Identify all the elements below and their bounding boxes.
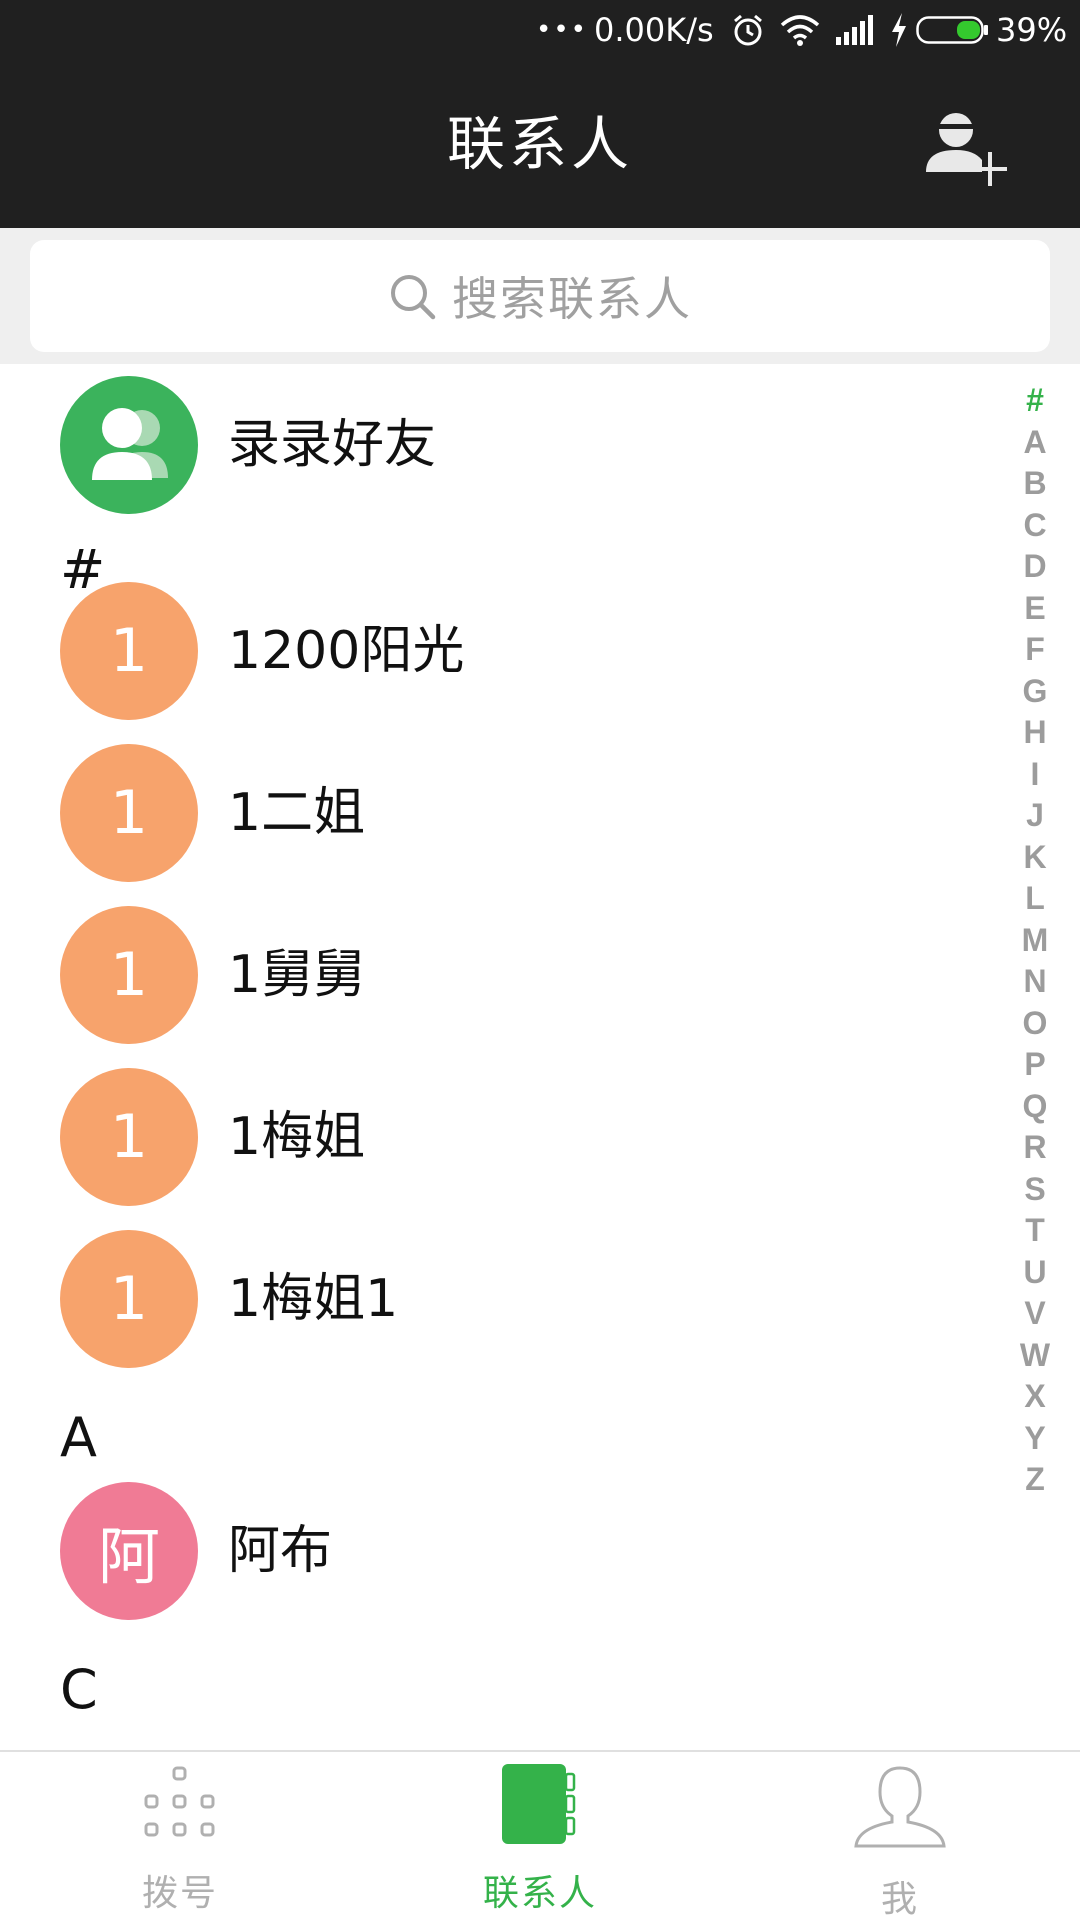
- contact-avatar: 1: [60, 906, 198, 1044]
- avatar-initial: 阿: [97, 1520, 160, 1593]
- contact-name: 1二姐: [228, 783, 366, 843]
- app-header: 联系人: [0, 60, 1080, 228]
- contact-avatar: 1: [60, 744, 198, 882]
- index-letter[interactable]: N: [1010, 963, 1060, 1000]
- contact-row[interactable]: 1 1梅姐: [0, 1056, 1000, 1218]
- index-letter[interactable]: E: [1010, 590, 1060, 627]
- index-letter[interactable]: C: [1010, 507, 1060, 544]
- index-letter[interactable]: #: [1010, 382, 1060, 419]
- friends-icon: [92, 408, 168, 480]
- contact-name: 1梅姐: [228, 1107, 366, 1167]
- index-letter[interactable]: M: [1010, 922, 1060, 959]
- contact-row[interactable]: 1 1梅姐1: [0, 1218, 1000, 1380]
- contact-row[interactable]: 1 1二姐: [0, 732, 1000, 894]
- contact-row[interactable]: 1 1200阳光: [0, 570, 1000, 732]
- index-letter[interactable]: S: [1010, 1171, 1060, 1208]
- index-letter[interactable]: X: [1010, 1378, 1060, 1415]
- status-dots: •••: [536, 15, 589, 45]
- section-header-c: C: [60, 1658, 98, 1721]
- add-contact-button[interactable]: [918, 104, 1008, 194]
- contact-name: 1200阳光: [228, 621, 465, 681]
- section-header-a: A: [60, 1406, 97, 1469]
- index-letter[interactable]: W: [1010, 1337, 1060, 1374]
- index-letter[interactable]: L: [1010, 880, 1060, 917]
- index-letter[interactable]: O: [1010, 1005, 1060, 1042]
- index-letter[interactable]: Q: [1010, 1088, 1060, 1125]
- battery-percent: 39%: [996, 0, 1067, 60]
- avatar-initial: 1: [109, 1102, 149, 1172]
- friends-entry-label: 录录好友: [228, 415, 437, 475]
- contact-name: 1舅舅: [228, 945, 366, 1005]
- wifi-icon: [780, 0, 820, 60]
- friends-avatar: [60, 376, 198, 514]
- index-letter[interactable]: R: [1010, 1129, 1060, 1166]
- index-letter[interactable]: J: [1010, 797, 1060, 834]
- index-letter[interactable]: P: [1010, 1046, 1060, 1083]
- battery-icon: [916, 0, 990, 60]
- contact-avatar: 阿: [60, 1482, 198, 1620]
- contact-avatar: 1: [60, 1230, 198, 1368]
- index-letter[interactable]: B: [1010, 465, 1060, 502]
- net-speed-text: 0.00K/s: [594, 11, 714, 49]
- contact-list[interactable]: 录录好友 # 1 1200阳光 1 1二姐 1 1舅舅 1 1梅姐 1 1梅姐1…: [0, 364, 1000, 1750]
- tab-me-label: 我: [880, 1879, 919, 1920]
- status-bar: ••• 0.00K/s 39%: [0, 0, 1080, 60]
- contact-row[interactable]: 1 1舅舅: [0, 894, 1000, 1056]
- index-letter[interactable]: Z: [1010, 1461, 1060, 1498]
- profile-icon: [854, 1766, 946, 1848]
- avatar-initial: 1: [109, 778, 149, 848]
- signal-icon: [836, 0, 876, 60]
- tab-dialpad-label: 拨号: [141, 1873, 218, 1914]
- index-letter[interactable]: K: [1010, 839, 1060, 876]
- search-area: 搜索联系人: [0, 228, 1080, 364]
- charging-icon: [890, 0, 908, 60]
- contact-name: 1梅姐1: [228, 1269, 399, 1329]
- search-icon: [391, 275, 436, 320]
- avatar-initial: 1: [109, 616, 149, 686]
- tab-dialpad[interactable]: 拨号: [60, 1752, 300, 1922]
- contact-row[interactable]: 阿 阿布: [0, 1470, 1000, 1632]
- more-dots-icon: •••: [536, 0, 588, 60]
- search-input[interactable]: 搜索联系人: [30, 240, 1050, 352]
- tab-contacts[interactable]: 联系人: [420, 1752, 660, 1922]
- index-letter[interactable]: T: [1010, 1212, 1060, 1249]
- tab-me[interactable]: 我: [780, 1752, 1020, 1922]
- index-letter[interactable]: D: [1010, 548, 1060, 585]
- index-letter[interactable]: U: [1010, 1254, 1060, 1291]
- index-letter[interactable]: F: [1010, 631, 1060, 668]
- add-contact-icon: [926, 113, 1007, 186]
- index-letter[interactable]: G: [1010, 673, 1060, 710]
- battery-percent-text: 39%: [996, 11, 1068, 49]
- alarm-icon: [730, 0, 766, 60]
- contact-avatar: 1: [60, 1068, 198, 1206]
- index-letter[interactable]: V: [1010, 1295, 1060, 1332]
- contact-name: 阿布: [228, 1521, 333, 1581]
- index-letter[interactable]: A: [1010, 424, 1060, 461]
- index-letter[interactable]: H: [1010, 714, 1060, 751]
- search-placeholder: 搜索联系人: [452, 272, 692, 326]
- friends-entry[interactable]: 录录好友: [0, 364, 1000, 526]
- dialpad-icon: [144, 1766, 215, 1837]
- contact-avatar: 1: [60, 582, 198, 720]
- net-speed: 0.00K/s: [594, 0, 714, 60]
- contacts-book-icon: [502, 1764, 576, 1844]
- bottom-tab-bar: 拨号 联系人 我: [0, 1750, 1080, 1920]
- index-letter[interactable]: I: [1010, 756, 1060, 793]
- tab-contacts-label: 联系人: [482, 1873, 597, 1914]
- avatar-initial: 1: [109, 1264, 149, 1334]
- index-letter[interactable]: Y: [1010, 1420, 1060, 1457]
- avatar-initial: 1: [109, 940, 149, 1010]
